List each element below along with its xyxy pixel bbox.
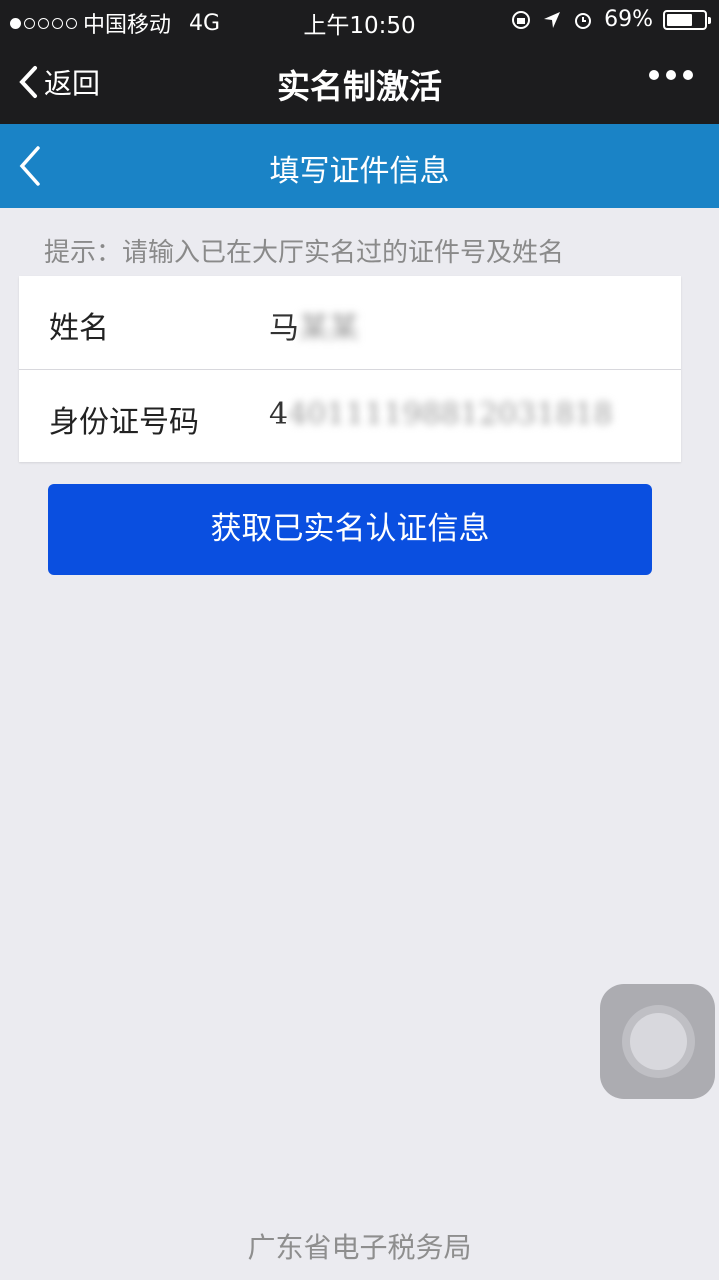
id-number-blurred: 40111198812031818 xyxy=(288,397,613,432)
id-number-value: 4 xyxy=(269,397,289,432)
name-label: 姓名 xyxy=(49,311,109,346)
location-arrow-icon xyxy=(544,11,561,28)
more-menu-button[interactable] xyxy=(649,70,693,80)
hint-text: 提示：请输入已在大厅实名过的证件号及姓名 xyxy=(44,238,565,268)
status-bar: 中国移动 4G 上午10:50 69% xyxy=(0,0,719,40)
id-form: 姓名 马某某 身份证号码 440111198812031818 xyxy=(19,276,681,462)
wechat-nav-bar: 返回 实名制激活 xyxy=(0,40,719,124)
more-dot xyxy=(683,70,693,80)
alarm-clock-icon xyxy=(575,12,592,29)
id-number-label: 身份证号码 xyxy=(49,405,199,440)
more-dot xyxy=(666,70,676,80)
battery-percent: 69% xyxy=(604,7,653,32)
assistive-touch-center xyxy=(630,1013,687,1070)
id-number-row[interactable]: 身份证号码 440111198812031818 xyxy=(19,369,681,462)
name-value: 马 xyxy=(269,311,299,346)
page-header: 填写证件信息 xyxy=(0,124,719,208)
battery-fill xyxy=(667,13,692,26)
battery-icon xyxy=(663,9,711,30)
page-title: 实名制激活 xyxy=(277,67,442,106)
name-row[interactable]: 姓名 马某某 xyxy=(19,276,681,369)
get-verified-info-button[interactable]: 获取已实名认证信息 xyxy=(48,484,652,575)
header-title: 填写证件信息 xyxy=(269,154,450,189)
name-blurred: 某某 xyxy=(299,311,359,346)
id-number-field[interactable]: 440111198812031818 xyxy=(269,397,613,432)
more-dot xyxy=(649,70,659,80)
rotation-lock-icon xyxy=(512,10,531,29)
name-field[interactable]: 马某某 xyxy=(269,303,359,347)
footer-text: 广东省电子税务局 xyxy=(247,1231,472,1264)
assistive-touch-button[interactable] xyxy=(600,984,715,1099)
